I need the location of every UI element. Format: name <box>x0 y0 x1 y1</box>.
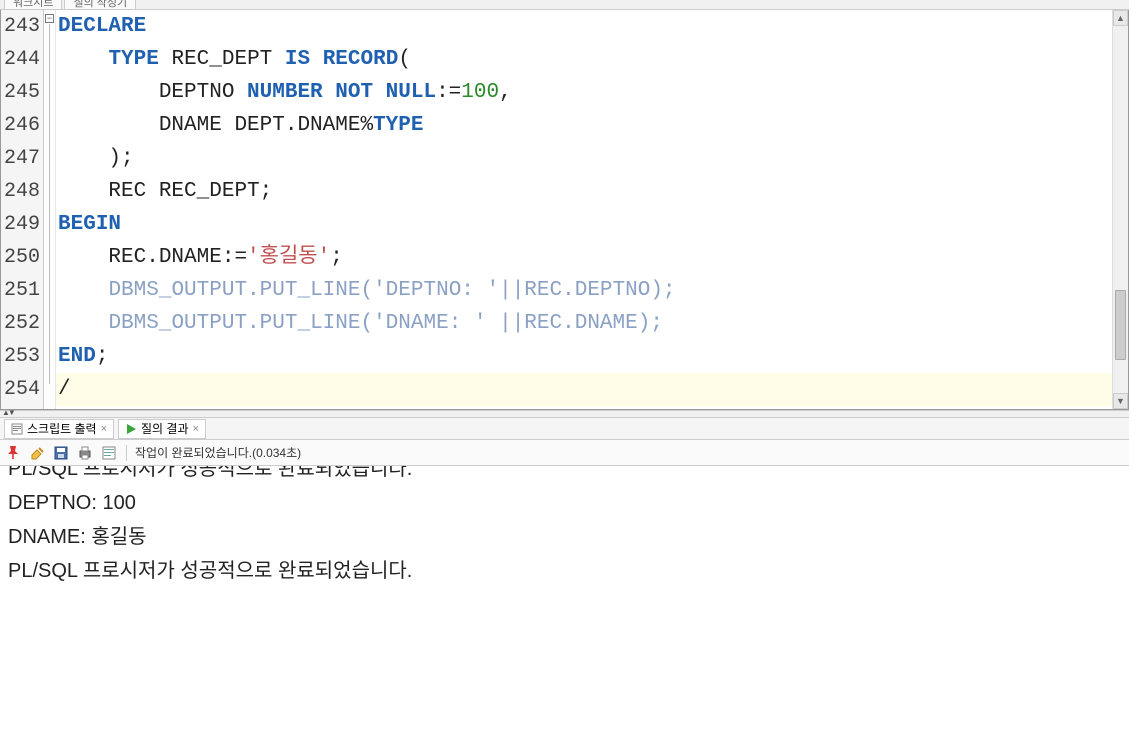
code-line[interactable]: DBMS_OUTPUT.PUT_LINE('DEPTNO: '||REC.DEP… <box>56 274 1128 307</box>
code-line[interactable]: TYPE REC_DEPT IS RECORD( <box>56 43 1128 76</box>
line-number: 252 <box>1 307 43 340</box>
line-number: 244 <box>1 43 43 76</box>
result-tabs: 스크립트 출력 × 질의 결과 × <box>0 418 1129 440</box>
save-icon[interactable] <box>52 444 70 462</box>
line-number: 253 <box>1 340 43 373</box>
scroll-up-button[interactable]: ▲ <box>1113 10 1128 26</box>
sql-icon[interactable] <box>100 444 118 462</box>
line-number: 243 <box>1 10 43 43</box>
code-editor[interactable]: 243244245246247248249250251252253254 − D… <box>0 10 1129 410</box>
output-line: DNAME: 홍길동 <box>8 520 1121 554</box>
code-line[interactable]: REC.DNAME:='홍길동'; <box>56 241 1128 274</box>
code-line[interactable]: END; <box>56 340 1128 373</box>
line-number-gutter: 243244245246247248249250251252253254 <box>1 10 44 409</box>
script-output-area[interactable]: PL/SQL 프로시저가 성공적으로 완료되었습니다. DEPTNO: 100 … <box>0 466 1129 751</box>
pin-icon[interactable] <box>4 444 22 462</box>
output-line: PL/SQL 프로시저가 성공적으로 완료되었습니다. <box>8 466 1121 486</box>
code-line[interactable]: REC REC_DEPT; <box>56 175 1128 208</box>
tab-query-result-label: 질의 결과 <box>141 420 189 437</box>
toolbar-separator <box>126 445 127 461</box>
line-number: 250 <box>1 241 43 274</box>
line-number: 249 <box>1 208 43 241</box>
close-icon[interactable]: × <box>193 423 199 435</box>
erase-icon[interactable] <box>28 444 46 462</box>
code-line[interactable]: ); <box>56 142 1128 175</box>
line-number: 254 <box>1 373 43 406</box>
output-line: DEPTNO: 100 <box>8 486 1121 520</box>
output-toolbar: 작업이 완료되었습니다.(0.034초) <box>0 440 1129 466</box>
print-icon[interactable] <box>76 444 94 462</box>
status-text: 작업이 완료되었습니다.(0.034초) <box>135 444 301 461</box>
play-icon <box>125 423 137 435</box>
fold-column: − <box>44 10 56 409</box>
line-number: 247 <box>1 142 43 175</box>
code-line[interactable]: DEPTNO NUMBER NOT NULL:=100, <box>56 76 1128 109</box>
line-number: 251 <box>1 274 43 307</box>
fold-collapse-icon[interactable]: − <box>45 14 54 23</box>
code-line[interactable]: DNAME DEPT.DNAME%TYPE <box>56 109 1128 142</box>
tab-script-output[interactable]: 스크립트 출력 × <box>4 419 114 439</box>
scroll-thumb[interactable] <box>1115 290 1126 360</box>
tab-script-output-label: 스크립트 출력 <box>27 420 97 437</box>
output-line: PL/SQL 프로시저가 성공적으로 완료되었습니다. <box>8 554 1121 588</box>
tab-worksheet[interactable]: 워크시트 <box>4 0 62 9</box>
scroll-down-button[interactable]: ▼ <box>1113 393 1128 409</box>
tab-query-result[interactable]: 질의 결과 × <box>118 419 206 439</box>
script-output-icon <box>11 423 23 435</box>
tab-query-builder[interactable]: 질의 작성기 <box>64 0 136 9</box>
code-content[interactable]: DECLARE TYPE REC_DEPT IS RECORD( DEPTNO … <box>56 10 1128 409</box>
code-line[interactable]: BEGIN <box>56 208 1128 241</box>
editor-vertical-scrollbar[interactable]: ▲ ▼ <box>1112 10 1128 409</box>
line-number: 246 <box>1 109 43 142</box>
close-icon[interactable]: × <box>101 423 107 435</box>
line-number: 245 <box>1 76 43 109</box>
code-line[interactable]: DBMS_OUTPUT.PUT_LINE('DNAME: ' ||REC.DNA… <box>56 307 1128 340</box>
code-line[interactable]: DECLARE <box>56 10 1128 43</box>
editor-tabs: 워크시트 질의 작성기 <box>0 0 1129 10</box>
pane-splitter[interactable] <box>0 410 1129 418</box>
fold-guide-line <box>49 24 50 384</box>
line-number: 248 <box>1 175 43 208</box>
code-line[interactable]: / <box>56 373 1128 406</box>
